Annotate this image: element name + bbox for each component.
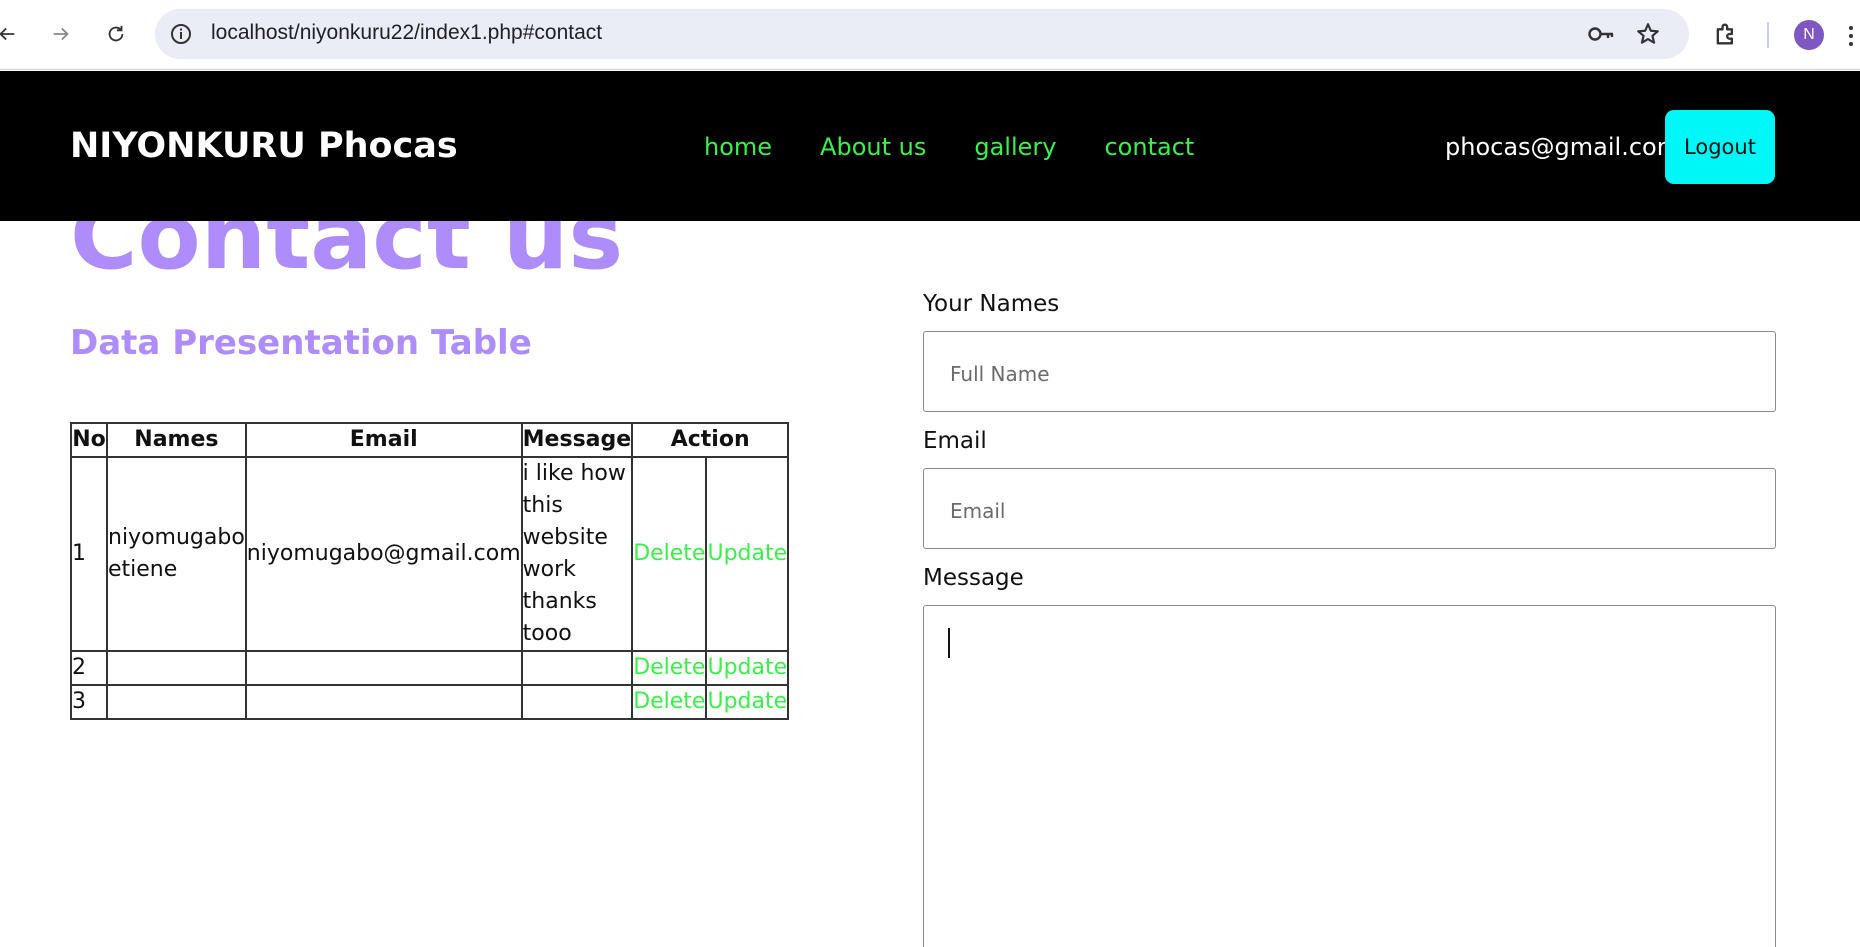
nav-home[interactable]: home xyxy=(704,133,772,161)
email-label: Email xyxy=(923,428,987,454)
text-caret xyxy=(948,628,950,658)
reload-icon[interactable] xyxy=(99,17,133,51)
table-row: 1 niyomugabo etiene niyomugabo@gmail.com… xyxy=(70,456,790,652)
forward-icon[interactable] xyxy=(44,17,78,51)
cell-no: 3 xyxy=(70,684,108,720)
table-row: 2 Delete Update xyxy=(70,650,790,686)
names-placeholder: Full Name xyxy=(950,362,1050,386)
col-action: Action xyxy=(631,422,790,458)
update-link[interactable]: Update xyxy=(705,650,790,686)
names-input[interactable]: Full Name xyxy=(923,331,1776,412)
cell-names xyxy=(106,650,247,686)
email-input[interactable]: Email xyxy=(923,468,1776,549)
cell-no: 2 xyxy=(70,650,108,686)
cell-names xyxy=(106,684,247,720)
site-header: NIYONKURU Phocas home About us gallery c… xyxy=(0,71,1860,221)
cell-message: i like how this website work thanks tooo xyxy=(520,456,634,652)
main-nav: home About us gallery contact xyxy=(704,133,1242,161)
user-email: phocas@gmail.com xyxy=(1445,133,1681,161)
back-icon[interactable] xyxy=(0,17,24,51)
update-link[interactable]: Update xyxy=(705,456,790,652)
cell-email xyxy=(244,650,523,686)
table-heading: Data Presentation Table xyxy=(70,323,532,363)
delete-link[interactable]: Delete xyxy=(631,684,708,720)
cell-email: niyomugabo@gmail.com xyxy=(244,456,523,652)
table-row: 3 Delete Update xyxy=(70,684,790,720)
cell-no: 1 xyxy=(70,456,108,652)
key-icon[interactable] xyxy=(1587,21,1615,47)
star-icon[interactable] xyxy=(1635,21,1661,47)
nav-about[interactable]: About us xyxy=(820,133,926,161)
col-names: Names xyxy=(106,422,247,458)
cell-message xyxy=(520,650,634,686)
menu-icon[interactable] xyxy=(1846,24,1856,48)
profile-avatar[interactable]: N xyxy=(1794,20,1824,50)
col-no: No xyxy=(70,422,108,458)
nav-contact[interactable]: contact xyxy=(1104,133,1194,161)
delete-link[interactable]: Delete xyxy=(631,650,708,686)
extensions-icon[interactable] xyxy=(1712,20,1740,48)
browser-toolbar: localhost/niyonkuru22/index1.php#contact… xyxy=(0,0,1860,70)
data-table: No Names Email Message Action 1 niyomuga… xyxy=(70,422,790,720)
brand-logo[interactable]: NIYONKURU Phocas xyxy=(70,126,458,166)
col-email: Email xyxy=(244,422,523,458)
delete-link[interactable]: Delete xyxy=(631,456,708,652)
page-content: Contact us NIYONKURU Phocas home About u… xyxy=(0,71,1860,947)
info-icon[interactable] xyxy=(169,22,193,46)
message-textarea[interactable] xyxy=(923,605,1776,947)
names-label: Your Names xyxy=(923,291,1060,317)
address-bar[interactable]: localhost/niyonkuru22/index1.php#contact xyxy=(155,9,1689,59)
nav-gallery[interactable]: gallery xyxy=(974,133,1056,161)
col-message: Message xyxy=(520,422,634,458)
message-label: Message xyxy=(923,565,1024,591)
cell-message xyxy=(520,684,634,720)
toolbar-divider xyxy=(1767,22,1769,48)
table-header-row: No Names Email Message Action xyxy=(70,422,790,458)
cell-email xyxy=(244,684,523,720)
email-placeholder: Email xyxy=(950,499,1006,523)
update-link[interactable]: Update xyxy=(705,684,790,720)
url-text[interactable]: localhost/niyonkuru22/index1.php#contact xyxy=(211,21,602,45)
cell-names: niyomugabo etiene xyxy=(106,456,247,652)
logout-button[interactable]: Logout xyxy=(1665,110,1775,184)
